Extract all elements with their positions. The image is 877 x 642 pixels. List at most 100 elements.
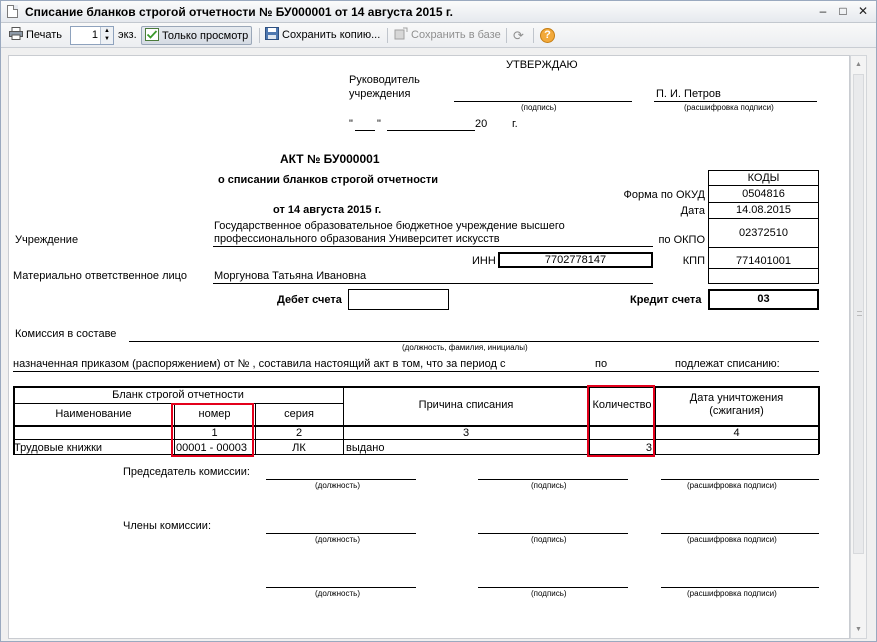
- member1-decoding-line: [661, 533, 819, 534]
- printer-icon: [9, 27, 23, 40]
- spin-arrows-icon[interactable]: ▲ ▼: [100, 27, 113, 44]
- date-label: Дата: [680, 205, 705, 217]
- commission-caption: (должность, фамилия, инициалы): [402, 343, 528, 352]
- decoding-caption: (расшифровка подписи): [687, 589, 777, 598]
- save-to-db-button[interactable]: Сохранить в базе: [394, 26, 501, 45]
- table-row-line: [13, 454, 819, 455]
- row-reason: выдано: [346, 442, 385, 454]
- date-suffix: г.: [512, 118, 518, 130]
- institution-line2: профессионального образования Университе…: [214, 233, 500, 245]
- head-name-line: [654, 101, 817, 102]
- date-day-line: [355, 130, 375, 131]
- position-caption: (должность): [315, 589, 360, 598]
- act-date: от 14 августа 2015 г.: [273, 204, 382, 216]
- institution-line1: Государственное образовательное бюджетно…: [214, 220, 565, 232]
- chairman-position-line: [266, 479, 416, 480]
- form-label: Форма по ОКУД: [623, 189, 706, 201]
- col-destroy-index: 4: [733, 427, 740, 439]
- member1-position-line: [266, 533, 416, 534]
- order-to: по: [595, 358, 608, 370]
- copies-value: 1: [91, 29, 98, 41]
- save-copy-label: Сохранить копию...: [282, 29, 381, 41]
- save-to-db-label: Сохранить в базе: [411, 29, 501, 41]
- toolbar-separator: [259, 28, 260, 43]
- view-only-icon: [145, 28, 159, 41]
- col-series-header: серия: [284, 408, 314, 420]
- credit-value: 03: [757, 293, 770, 305]
- chairman-signature-line: [478, 479, 628, 480]
- row-series: ЛК: [292, 442, 306, 454]
- document-icon: [7, 5, 18, 18]
- head-title-line1: Руководитель: [349, 74, 420, 86]
- copies-stepper[interactable]: 1 ▲ ▼: [70, 26, 114, 45]
- col-reason-header: Причина списания: [418, 399, 514, 411]
- toolbar: Печать 1 ▲ ▼ экз. Только просмотр Сохрани…: [1, 23, 876, 48]
- member1-signature-line: [478, 533, 628, 534]
- signature-caption: (подпись): [521, 103, 557, 112]
- vertical-scrollbar[interactable]: ▲ ▼: [850, 55, 867, 639]
- col-destroy-header-1: Дата уничтожения: [689, 392, 784, 404]
- quantity-column-highlight: [587, 385, 655, 457]
- save-copy-button[interactable]: Сохранить копию...: [265, 26, 380, 45]
- date-code: 14.08.2015: [735, 204, 792, 216]
- table-top-border: [13, 386, 819, 388]
- window-title: Списание бланков строгой отчетности № БУ…: [25, 5, 453, 19]
- responsible-name: Моргунова Татьяна Ивановна: [214, 270, 367, 282]
- position-caption: (должность): [315, 481, 360, 490]
- app-window: Списание бланков строгой отчетности № БУ…: [0, 0, 877, 642]
- decoding-caption: (расшифровка подписи): [687, 481, 777, 490]
- inn-value: 7702778147: [544, 254, 607, 266]
- order-text: назначенная приказом (распоряжением) от …: [13, 358, 506, 370]
- view-only-label: Только просмотр: [162, 30, 249, 42]
- commission-line: [129, 341, 819, 342]
- row-name: Трудовые книжки: [14, 442, 103, 454]
- document-area: УТВЕРЖДАЮ Руководитель учреждения П. И. …: [8, 55, 850, 639]
- institution-label: Учреждение: [15, 234, 79, 246]
- col-reason-index: 3: [462, 427, 470, 439]
- date-month-line: [387, 130, 475, 131]
- codes-line: [708, 202, 819, 203]
- scroll-down-icon[interactable]: ▼: [851, 622, 866, 637]
- act-subtitle: о списании бланков строгой отчетности: [218, 174, 439, 186]
- form-code: 0504816: [742, 188, 785, 200]
- responsible-label: Материально ответственное лицо: [13, 270, 187, 282]
- order-end: подлежат списанию:: [675, 358, 780, 370]
- view-only-toggle[interactable]: Только просмотр: [141, 26, 253, 45]
- codes-line: [708, 268, 819, 269]
- credit-label: Кредит счета: [630, 294, 702, 306]
- scroll-grip-icon[interactable]: [857, 311, 862, 316]
- title-bar: Списание бланков строгой отчетности № БУ…: [1, 1, 876, 23]
- help-button[interactable]: ?: [540, 26, 555, 45]
- chairman-label: Председатель комиссии:: [123, 466, 250, 478]
- scroll-up-icon[interactable]: ▲: [851, 57, 866, 72]
- debit-label: Дебет счета: [277, 294, 342, 306]
- head-signature-line: [454, 101, 632, 102]
- print-label: Печать: [26, 29, 63, 41]
- date-close-quote: ": [377, 118, 381, 130]
- minimize-button[interactable]: –: [815, 4, 831, 19]
- print-button[interactable]: Печать: [9, 26, 62, 45]
- kpp-value: 771401001: [735, 255, 792, 267]
- members-label: Члены комиссии:: [123, 520, 212, 532]
- number-column-highlight: [171, 403, 254, 457]
- decoding-caption: (расшифровка подписи): [684, 103, 774, 112]
- save-db-icon: [394, 27, 408, 40]
- scroll-track[interactable]: [853, 74, 864, 554]
- member2-decoding-line: [661, 587, 819, 588]
- commission-label: Комиссия в составе: [15, 328, 117, 340]
- col-destroy-header-2: (сжигания): [709, 405, 764, 417]
- help-icon: ?: [540, 28, 555, 43]
- act-title: АКТ № БУ000001: [280, 152, 380, 166]
- debit-box: [348, 289, 449, 310]
- col-series-index: 2: [295, 427, 303, 439]
- institution-line: [213, 246, 653, 247]
- close-button[interactable]: ✕: [855, 4, 871, 19]
- copies-unit: экз.: [118, 29, 137, 41]
- maximize-button[interactable]: □: [835, 4, 851, 19]
- toolbar-separator: [533, 28, 534, 43]
- refresh-icon[interactable]: ⟳: [513, 26, 524, 45]
- signature-caption: (подпись): [531, 481, 567, 490]
- table-right-border: [818, 386, 820, 454]
- decoding-caption: (расшифровка подписи): [687, 535, 777, 544]
- col-name-header: Наименование: [55, 408, 132, 420]
